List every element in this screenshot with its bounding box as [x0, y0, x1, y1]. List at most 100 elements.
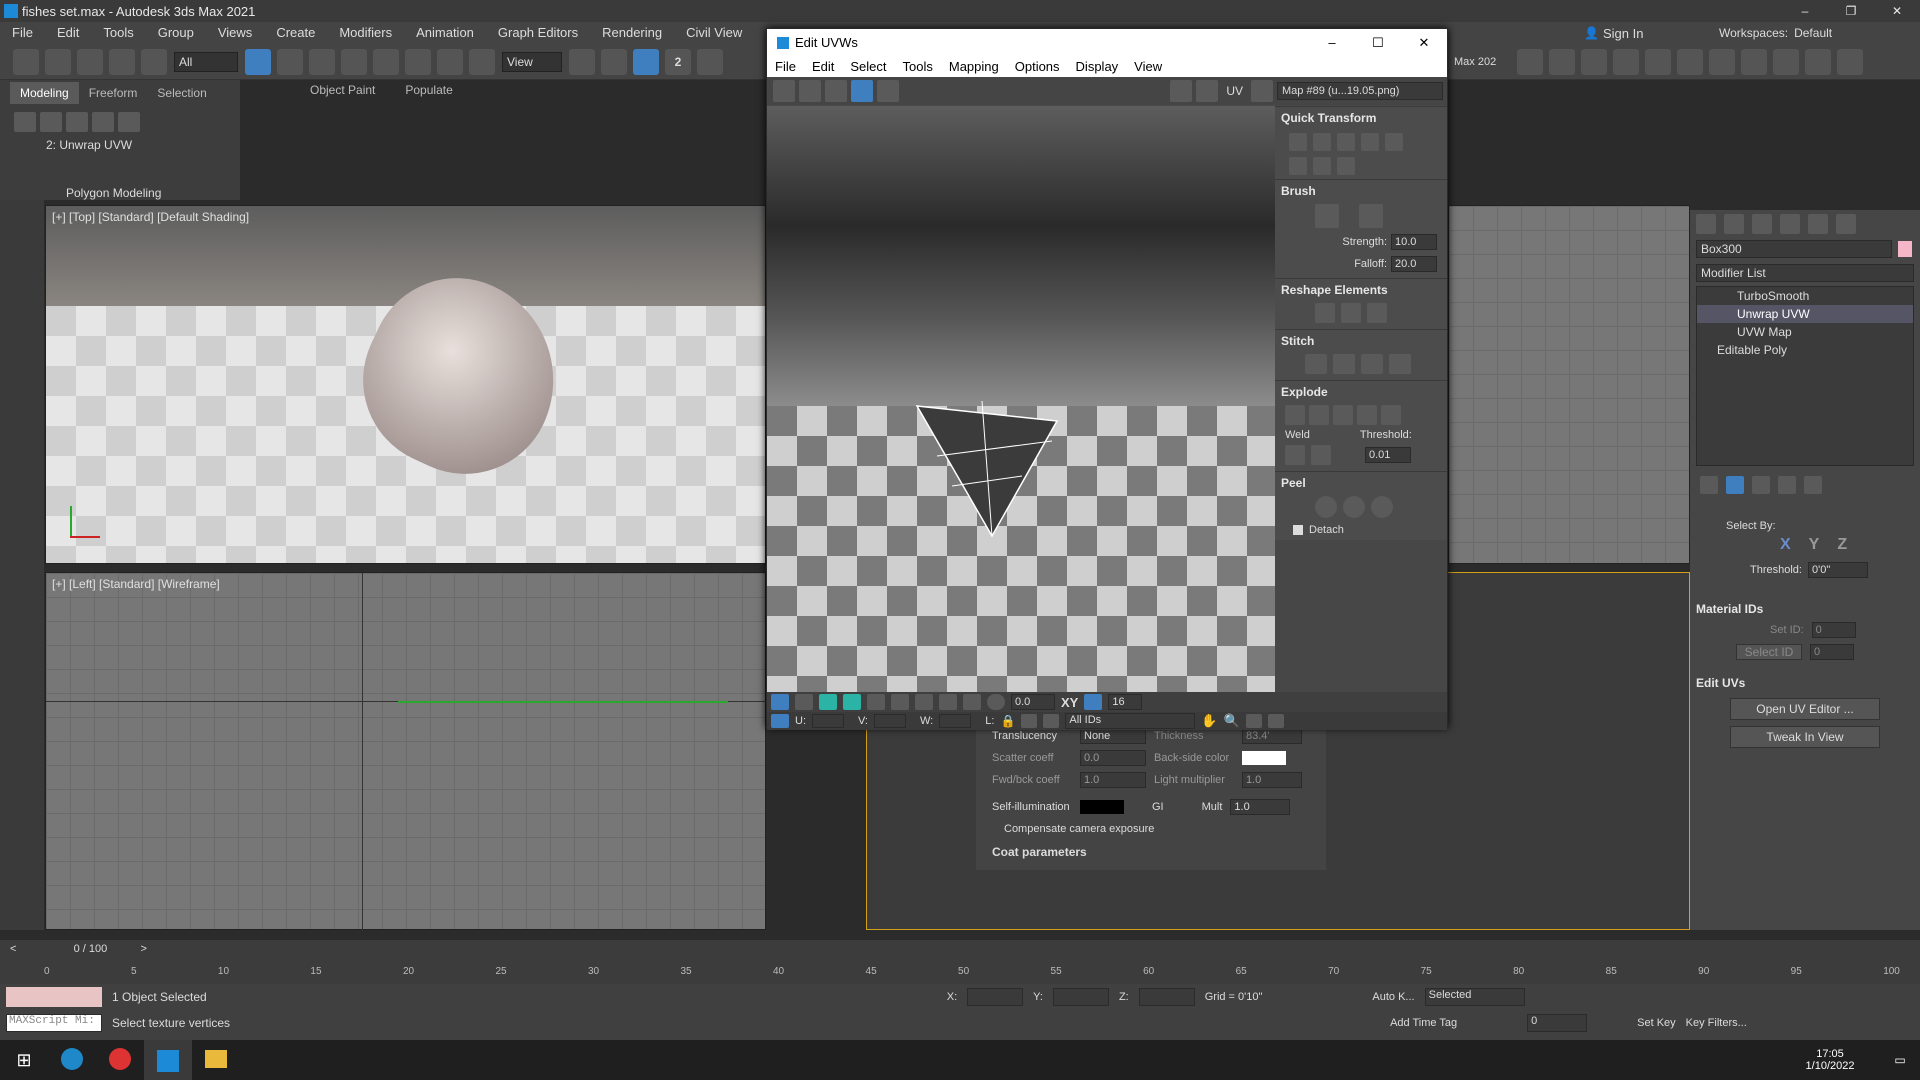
render-icon[interactable] [1805, 49, 1831, 75]
stitch-average-icon[interactable] [1361, 354, 1383, 374]
tab-populate[interactable]: Populate [395, 79, 462, 101]
bind-spacewarp-icon[interactable] [141, 48, 167, 75]
element-icon[interactable] [118, 112, 140, 132]
reference-coord-dropdown[interactable]: View [502, 51, 562, 72]
polygon-mode-icon[interactable] [819, 694, 837, 710]
key-filters-button[interactable]: Key Filters... [1686, 1017, 1747, 1029]
checker-pattern-icon[interactable] [1251, 80, 1273, 102]
menu-views[interactable]: Views [206, 22, 264, 44]
straighten-icon[interactable] [1315, 303, 1335, 323]
edge-mode-icon[interactable] [795, 694, 813, 710]
linear-align-icon[interactable] [1313, 157, 1331, 175]
freeze-icon[interactable] [1043, 714, 1060, 728]
workspaces-dropdown[interactable]: Default [1794, 26, 1920, 40]
threshold-field[interactable]: 0'0" [1807, 562, 1868, 578]
mirror-icon[interactable] [1549, 49, 1575, 75]
hide-icon[interactable] [1021, 714, 1038, 728]
menu-group[interactable]: Group [146, 22, 206, 44]
menu-file[interactable]: File [0, 22, 45, 44]
element-mode-icon[interactable] [843, 694, 861, 710]
uvw-menu-display[interactable]: Display [1068, 56, 1127, 77]
uvw-close-button[interactable]: ✕ [1401, 35, 1447, 51]
modifier-list-dropdown[interactable]: Modifier List [1696, 264, 1914, 282]
detach-edge-icon[interactable] [1309, 405, 1329, 425]
set-key-button[interactable]: Set Key [1637, 1017, 1676, 1029]
viewport-left[interactable]: [+] [Left] [Standard] [Wireframe] [45, 572, 767, 931]
viewport-top[interactable]: [+] [Top] [Standard] [Default Shading] [45, 205, 766, 564]
uv-mirror-icon[interactable] [877, 80, 899, 102]
time-slider[interactable]: < 0 / 100 > [0, 940, 1920, 958]
w-field[interactable] [939, 714, 972, 728]
select-object-icon[interactable] [245, 48, 271, 75]
brush-rollout[interactable]: Brush [1275, 180, 1447, 202]
rotate-icon[interactable] [405, 48, 431, 75]
named-selection-icon[interactable] [1517, 49, 1543, 75]
pin-stack-icon[interactable] [1700, 476, 1718, 494]
weld-threshold-field[interactable]: 0.01 [1365, 447, 1411, 463]
grid-snap-icon[interactable] [1084, 694, 1103, 710]
selected-set-dropdown[interactable]: Selected [1424, 988, 1525, 1006]
menu-create[interactable]: Create [264, 22, 327, 44]
light-multiplier-field[interactable]: 1.0 [1242, 772, 1302, 788]
zoom-icon[interactable]: 🔍 [1224, 713, 1240, 729]
uv-rotate-icon[interactable] [799, 80, 821, 102]
move-icon[interactable] [373, 48, 399, 75]
grid-size-field[interactable]: 16 [1108, 694, 1143, 710]
weld-selected-icon[interactable] [1285, 445, 1305, 465]
pelt-map-icon[interactable] [1371, 496, 1393, 518]
align-icon[interactable] [1581, 49, 1607, 75]
stitch-custom-icon[interactable] [1305, 354, 1327, 374]
set-id-field[interactable]: 0 [1811, 622, 1856, 638]
self-illumination-swatch[interactable] [1080, 800, 1124, 814]
material-ids-rollout[interactable]: Material IDs [1690, 598, 1920, 620]
uv-scale-icon[interactable] [825, 80, 847, 102]
align-vertical-icon[interactable] [1337, 133, 1355, 151]
flatten-material-icon[interactable] [1381, 405, 1401, 425]
uvw-menu-view[interactable]: View [1126, 56, 1170, 77]
uv-freeform-icon[interactable] [851, 80, 873, 102]
flatten-icon[interactable] [1333, 405, 1353, 425]
axis-y-toggle[interactable]: Y [1809, 536, 1820, 554]
add-time-tag[interactable]: Add Time Tag [1390, 1017, 1457, 1029]
compensate-checkbox[interactable]: Compensate camera exposure [976, 823, 1326, 835]
window-crossing-icon[interactable] [341, 48, 367, 75]
restore-button[interactable]: ❐ [1828, 4, 1874, 18]
stack-item-turbosmooth[interactable]: TurboSmooth [1697, 287, 1913, 305]
vertex-icon[interactable] [14, 112, 36, 132]
shrink-selection-icon[interactable] [891, 694, 909, 710]
axis-z-toggle[interactable]: Z [1837, 536, 1847, 554]
remove-modifier-icon[interactable] [1778, 476, 1796, 494]
display-tab-icon[interactable] [1808, 214, 1828, 234]
show-map-icon[interactable] [1196, 80, 1219, 102]
close-button[interactable]: ✕ [1874, 4, 1920, 18]
show-end-result-icon[interactable] [1726, 476, 1744, 494]
create-tab-icon[interactable] [1696, 214, 1716, 234]
modify-tab-icon[interactable] [1724, 214, 1744, 234]
stack-item-uvw-map[interactable]: UVW Map [1697, 323, 1913, 341]
relax-settings-icon[interactable] [1367, 303, 1387, 323]
viewport-label-top[interactable]: [+] [Top] [Standard] [Default Shading] [46, 206, 255, 228]
link-icon[interactable] [77, 48, 103, 75]
quick-transform-rollout[interactable]: Quick Transform [1275, 107, 1447, 129]
paint-move-icon[interactable] [1315, 204, 1339, 228]
uvw-menu-mapping[interactable]: Mapping [941, 56, 1007, 77]
stitch-target-icon[interactable] [1389, 354, 1411, 374]
x-coord-field[interactable] [967, 988, 1024, 1006]
menu-graph-editors[interactable]: Graph Editors [486, 22, 590, 44]
scatter-field[interactable]: 0.0 [1080, 750, 1146, 766]
flatten-smooth-icon[interactable] [1357, 405, 1377, 425]
v-field[interactable] [874, 714, 906, 728]
stitch-rollout[interactable]: Stitch [1275, 330, 1447, 352]
unlink-icon[interactable] [109, 48, 135, 75]
y-coord-field[interactable] [1052, 988, 1109, 1006]
reshape-elements-rollout[interactable]: Reshape Elements [1275, 279, 1447, 301]
peel-mode-icon[interactable] [1343, 496, 1365, 518]
schematic-icon[interactable] [1677, 49, 1703, 75]
peel-rollout[interactable]: Peel [1275, 472, 1447, 494]
curve-editor-icon[interactable] [1645, 49, 1671, 75]
select-place-icon[interactable] [469, 48, 495, 75]
object-color-swatch[interactable] [1898, 241, 1912, 257]
zoom-region-icon[interactable] [1245, 714, 1262, 728]
angle-snap-icon[interactable] [697, 48, 723, 75]
polygon-icon[interactable] [92, 112, 114, 132]
